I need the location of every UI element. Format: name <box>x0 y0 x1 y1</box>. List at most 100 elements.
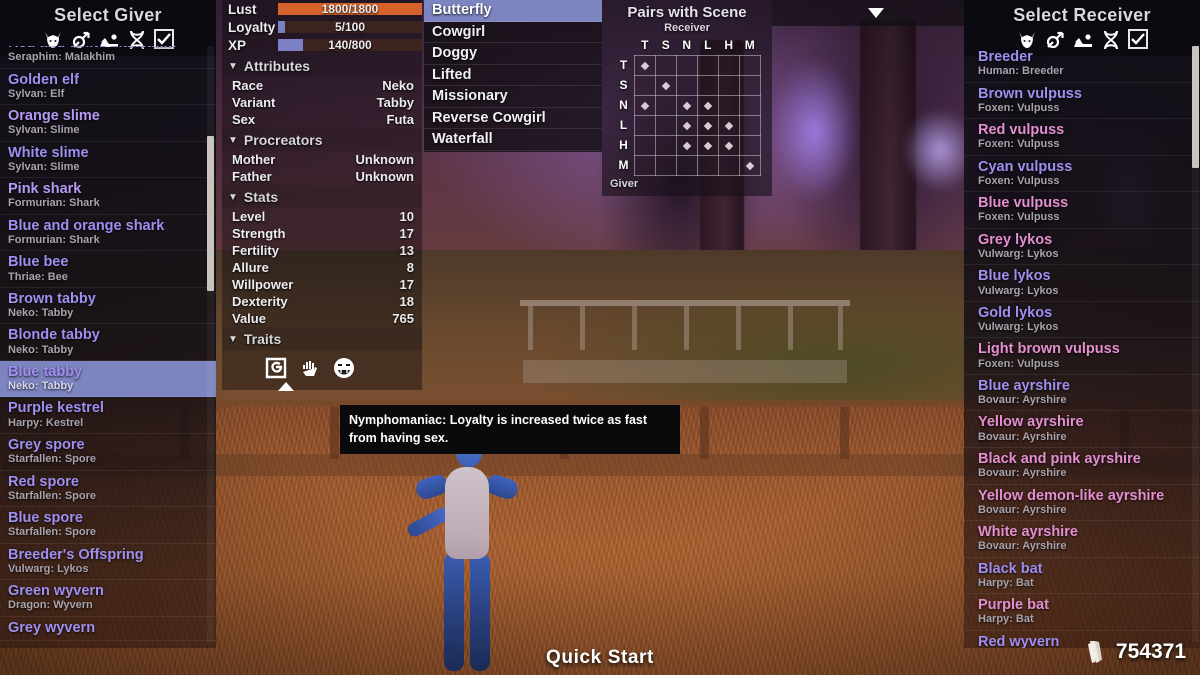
scene-list-item[interactable]: Doggy <box>424 43 602 65</box>
pairs-matrix[interactable]: TSNLHMTSNLHM <box>613 35 761 176</box>
scene-list-item[interactable]: Butterfly <box>424 0 602 22</box>
spiral-glyph-trait-icon[interactable] <box>264 356 288 380</box>
list-item[interactable]: Brown tabby Neko: Tabby <box>0 288 216 325</box>
list-item[interactable]: White slime Sylvan: Slime <box>0 142 216 179</box>
list-item[interactable]: Blue and orange shark Formurian: Shark <box>0 215 216 252</box>
matrix-cell[interactable] <box>633 74 656 96</box>
scene-list-item[interactable]: Cowgirl <box>424 22 602 43</box>
matrix-cell[interactable] <box>675 74 698 96</box>
pair-marker-icon <box>640 101 649 111</box>
section-header[interactable]: ▼ Attributes <box>222 54 422 77</box>
matrix-cell[interactable] <box>738 54 761 76</box>
matrix-cell[interactable] <box>654 114 677 136</box>
traits-section-header[interactable]: ▼ Traits <box>222 327 422 350</box>
matrix-cell[interactable] <box>717 94 740 116</box>
matrix-cell[interactable] <box>654 54 677 76</box>
matrix-cell[interactable] <box>675 114 698 136</box>
matrix-cell[interactable] <box>675 154 698 176</box>
matrix-cell[interactable] <box>654 154 677 176</box>
list-item[interactable]: Blue lykos Vulwarg: Lykos <box>964 265 1200 302</box>
left-scrollbar-thumb[interactable] <box>207 136 214 291</box>
list-item[interactable]: Purple bat Harpy: Bat <box>964 594 1200 631</box>
list-item[interactable]: Yellow ayrshire Bovaur: Ayrshire <box>964 411 1200 449</box>
list-item[interactable]: Blue spore Starfallen: Spore <box>0 507 216 544</box>
matrix-cell[interactable] <box>696 114 719 136</box>
list-item[interactable]: Red spore Starfallen: Spore <box>0 471 216 508</box>
matrix-cell[interactable] <box>717 74 740 96</box>
matrix-cell[interactable] <box>675 94 698 116</box>
list-item[interactable]: Blonde tabby Neko: Tabby <box>0 324 216 361</box>
matrix-cell[interactable] <box>717 114 740 136</box>
matrix-cell[interactable] <box>696 54 719 76</box>
quick-start-button[interactable]: Quick Start <box>0 647 1200 669</box>
list-item[interactable]: Cyan vulpuss Foxen: Vulpuss <box>964 156 1200 193</box>
scene-list-item[interactable]: Reverse Cowgirl <box>424 108 602 129</box>
giver-entity-list[interactable]: Red and white MalakhimSeraphim: Malakhim… <box>0 46 216 648</box>
list-item[interactable]: Blue vulpuss Foxen: Vulpuss <box>964 192 1200 229</box>
list-item[interactable]: Grey spore Starfallen: Spore <box>0 434 216 471</box>
chevron-down-icon[interactable] <box>867 7 885 19</box>
matrix-cell[interactable] <box>696 154 719 176</box>
receiver-entity-list[interactable]: Breeder Human: Breeder Brown vulpuss Foxen:… <box>964 46 1200 648</box>
list-item[interactable]: Blue tabby Neko: Tabby <box>0 360 216 398</box>
matrix-cell[interactable] <box>633 154 656 176</box>
scene-list-item[interactable]: Missionary <box>424 86 602 108</box>
matrix-cell[interactable] <box>633 54 656 76</box>
matrix-cell[interactable] <box>675 54 698 76</box>
trait-tooltip: Nymphomaniac: Loyalty is increased twice… <box>340 405 680 455</box>
list-item[interactable]: Blue ayrshire Bovaur: Ayrshire <box>964 375 1200 412</box>
list-item[interactable]: Orange slime Sylvan: Slime <box>0 105 216 142</box>
scene-selector-bar[interactable] <box>772 0 980 26</box>
matrix-cell[interactable] <box>675 134 698 156</box>
list-item[interactable]: Breeder Human: Breeder <box>964 46 1200 83</box>
list-item[interactable]: Breeder's Offspring Vulwarg: Lykos <box>0 544 216 581</box>
matrix-cell[interactable] <box>696 134 719 156</box>
list-item[interactable]: Purple kestrel Harpy: Kestrel <box>0 397 216 435</box>
matrix-cell[interactable] <box>738 154 761 176</box>
entity-species: Vulwarg: Lykos <box>978 284 1059 297</box>
matrix-cell[interactable] <box>717 134 740 156</box>
list-item[interactable]: Golden elf Sylvan: Elf <box>0 69 216 106</box>
hand-trait-icon[interactable] <box>298 356 322 380</box>
select-receiver-panel: Select Receiver Breeder Human: Breeder Bro… <box>964 0 1200 648</box>
list-item[interactable]: Red vulpuss Foxen: Vulpuss <box>964 119 1200 156</box>
list-item[interactable]: Black and pink ayrshire Bovaur: Ayrshire <box>964 448 1200 485</box>
matrix-cell[interactable] <box>633 114 656 136</box>
list-item[interactable]: Blue bee Thriae: Bee <box>0 251 216 288</box>
scene-list-item[interactable]: Lifted <box>424 65 602 86</box>
matrix-cell[interactable] <box>654 94 677 116</box>
list-item[interactable]: Brown vulpuss Foxen: Vulpuss <box>964 83 1200 120</box>
list-item[interactable]: Gold lykos Vulwarg: Lykos <box>964 302 1200 339</box>
list-item[interactable]: Pink shark Formurian: Shark <box>0 178 216 215</box>
section-header[interactable]: ▼ Procreators <box>222 128 422 151</box>
matrix-cell[interactable] <box>717 154 740 176</box>
matrix-cell[interactable] <box>738 74 761 96</box>
matrix-cell[interactable] <box>654 134 677 156</box>
matrix-cell[interactable] <box>633 94 656 116</box>
stat-key: Dexterity <box>232 294 288 309</box>
list-item[interactable]: Yellow demon-like ayrshire Bovaur: Ayrshi… <box>964 485 1200 522</box>
left-scrollbar-track[interactable] <box>207 46 214 642</box>
matrix-cell[interactable] <box>738 114 761 136</box>
smiling-face-trait-icon[interactable] <box>332 356 356 380</box>
list-item[interactable]: White ayrshire Bovaur: Ayrshire <box>964 521 1200 558</box>
section-header[interactable]: ▼ Stats <box>222 185 422 208</box>
matrix-cell[interactable] <box>738 134 761 156</box>
right-scrollbar-track[interactable] <box>1192 46 1199 642</box>
scene-position-list[interactable]: Butterfly Cowgirl Doggy Lifted Missionary Rev… <box>424 0 602 152</box>
matrix-cell[interactable] <box>696 74 719 96</box>
stat-row: Willpower 17 <box>222 276 422 293</box>
list-item[interactable]: Grey lykos Vulwarg: Lykos <box>964 229 1200 266</box>
scene-list-item[interactable]: Waterfall <box>424 129 602 151</box>
list-item[interactable]: Red and white MalakhimSeraphim: Malakhim <box>0 46 216 69</box>
list-item[interactable]: Green wyvern Dragon: Wyvern <box>0 580 216 617</box>
right-scrollbar-thumb[interactable] <box>1192 46 1199 168</box>
matrix-cell[interactable] <box>633 134 656 156</box>
list-item[interactable]: Light brown vulpuss Foxen: Vulpuss <box>964 338 1200 375</box>
matrix-cell[interactable] <box>738 94 761 116</box>
list-item[interactable]: Grey wyvern <box>0 617 216 641</box>
matrix-cell[interactable] <box>654 74 677 96</box>
matrix-cell[interactable] <box>696 94 719 116</box>
matrix-cell[interactable] <box>717 54 740 76</box>
list-item[interactable]: Black bat Harpy: Bat <box>964 558 1200 595</box>
